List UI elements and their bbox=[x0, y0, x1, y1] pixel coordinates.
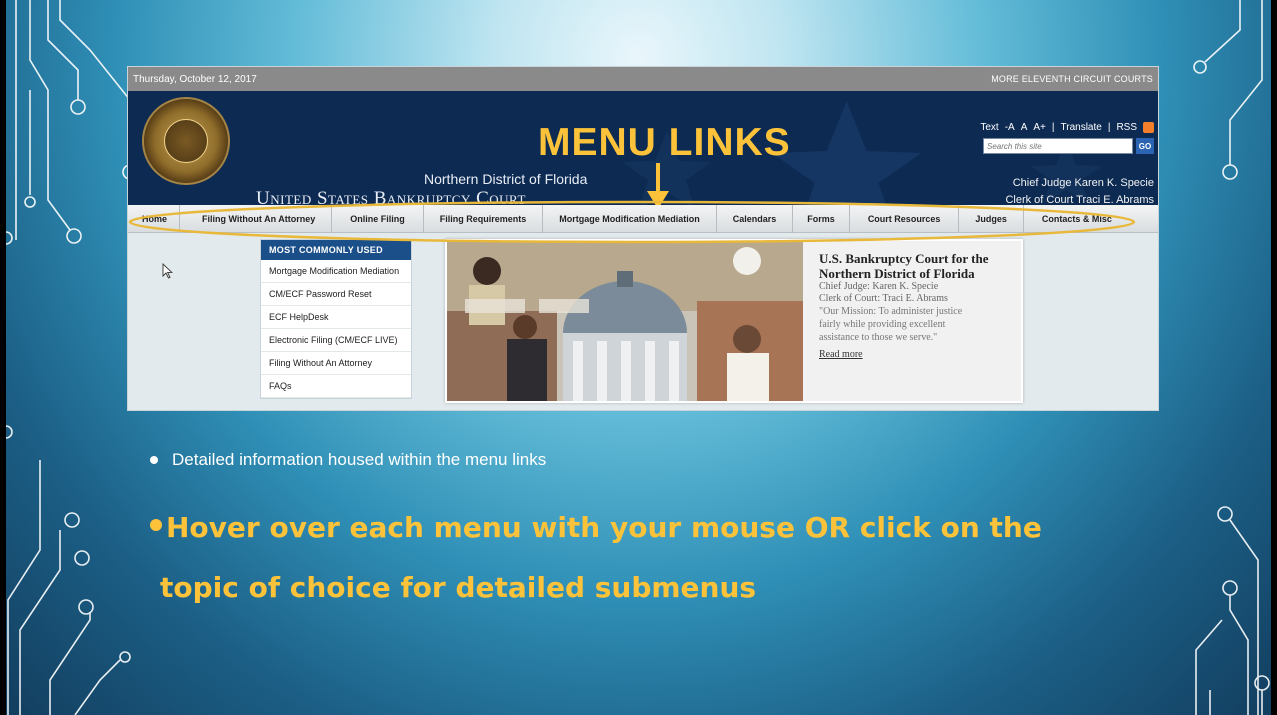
search-go-button[interactable]: GO bbox=[1136, 138, 1154, 154]
feature-text: U.S. Bankruptcy Court for the Northern D… bbox=[819, 251, 1019, 362]
site-content: MOST COMMONLY USED Mortgage Modification… bbox=[128, 233, 1158, 410]
district-name: Northern District of Florida bbox=[424, 171, 588, 187]
quick-link[interactable]: Filing Without An Attorney bbox=[261, 352, 411, 375]
bullet-2-line1: Hover over each menu with your mouse OR … bbox=[166, 511, 1042, 544]
mission-line: assistance to those we serve." bbox=[819, 332, 938, 343]
menu-links-heading: MENU LINKS bbox=[538, 121, 791, 164]
quick-link[interactable]: FAQs bbox=[261, 375, 411, 398]
most-commonly-used-panel: MOST COMMONLY USED Mortgage Modification… bbox=[260, 239, 412, 399]
quick-link[interactable]: Mortgage Modification Mediation bbox=[261, 260, 411, 283]
nav-online-filing[interactable]: Online Filing bbox=[332, 204, 424, 233]
chief-judge: Chief Judge Karen K. Specie bbox=[1012, 177, 1154, 189]
left-edge-bar bbox=[0, 0, 6, 715]
nav-contacts-misc[interactable]: Contacts & Misc bbox=[1024, 205, 1130, 233]
judge-info: Chief Judge Karen K. Specie Clerk of Cou… bbox=[1005, 175, 1154, 205]
rss-icon[interactable] bbox=[1143, 122, 1154, 133]
quick-link[interactable]: Electronic Filing (CM/ECF LIVE) bbox=[261, 329, 411, 352]
nav-filing-without-attorney[interactable]: Filing Without An Attorney bbox=[180, 204, 333, 233]
mission-line: fairly while providing excellent bbox=[819, 319, 946, 330]
arrow-down-icon bbox=[647, 163, 669, 205]
feature-clerk: Clerk of Court: Traci E. Abrams bbox=[819, 293, 948, 304]
text-smaller-button[interactable]: -A bbox=[1005, 122, 1015, 133]
text-size-label: Text bbox=[980, 122, 999, 133]
bullet-1-text: Detailed information housed within the m… bbox=[172, 450, 547, 469]
court-seal-logo[interactable] bbox=[142, 97, 230, 185]
mural-image[interactable] bbox=[447, 241, 803, 401]
nav-filing-requirements[interactable]: Filing Requirements bbox=[424, 204, 544, 233]
text-larger-button[interactable]: A+ bbox=[1033, 122, 1046, 133]
date-text: Thursday, October 12, 2017 bbox=[133, 73, 257, 85]
right-edge-bar bbox=[1271, 0, 1277, 715]
separator: | bbox=[1107, 122, 1111, 133]
bullet-dot-icon bbox=[150, 519, 162, 531]
most-commonly-used-header: MOST COMMONLY USED bbox=[261, 240, 411, 260]
main-nav: Home Filing Without An Attorney Online F… bbox=[128, 204, 1158, 233]
text-normal-button[interactable]: A bbox=[1021, 122, 1028, 133]
bullet-2-line2: topic of choice for detailed submenus bbox=[160, 571, 757, 604]
separator: | bbox=[1051, 122, 1055, 133]
mission-line: "Our Mission: To administer justice bbox=[819, 306, 963, 317]
bullet-2: Hover over each menu with your mouse OR … bbox=[150, 498, 1150, 618]
site-banner: Northern District of Florida United Stat… bbox=[128, 91, 1158, 205]
mouse-cursor-icon bbox=[162, 263, 173, 279]
top-bar: Thursday, October 12, 2017 MORE ELEVENTH… bbox=[128, 67, 1158, 91]
quick-link[interactable]: CM/ECF Password Reset bbox=[261, 283, 411, 306]
search-input[interactable] bbox=[983, 138, 1133, 154]
nav-calendars[interactable]: Calendars bbox=[717, 204, 794, 233]
court-name: United States Bankruptcy Court bbox=[256, 188, 526, 205]
site-search: GO bbox=[983, 138, 1154, 154]
feature-title-line2: Northern District of Florida bbox=[819, 266, 975, 281]
feature-judge: Chief Judge: Karen K. Specie bbox=[819, 281, 939, 292]
feature-title-line1: U.S. Bankruptcy Court for the bbox=[819, 251, 989, 266]
rss-link[interactable]: RSS bbox=[1116, 122, 1137, 133]
bullet-1: Detailed information housed within the m… bbox=[150, 450, 546, 470]
bullet-dot-icon bbox=[150, 456, 158, 464]
nav-judges[interactable]: Judges bbox=[959, 204, 1024, 233]
nav-mortgage-modification[interactable]: Mortgage Modification Mediation bbox=[543, 204, 717, 233]
site-tools: Text -A A A+ | Translate | RSS bbox=[980, 122, 1154, 133]
quick-link[interactable]: ECF HelpDesk bbox=[261, 306, 411, 329]
read-more-link[interactable]: Read more bbox=[819, 349, 863, 360]
more-courts-link[interactable]: MORE ELEVENTH CIRCUIT COURTS bbox=[991, 74, 1153, 84]
nav-court-resources[interactable]: Court Resources bbox=[850, 204, 960, 233]
website-screenshot: Thursday, October 12, 2017 MORE ELEVENTH… bbox=[127, 66, 1159, 411]
nav-forms[interactable]: Forms bbox=[793, 204, 850, 233]
clerk-of-court: Clerk of Court Traci E. Abrams bbox=[1005, 194, 1154, 205]
translate-link[interactable]: Translate bbox=[1061, 122, 1102, 133]
featured-banner: U.S. Bankruptcy Court for the Northern D… bbox=[445, 239, 1023, 403]
nav-home[interactable]: Home bbox=[128, 204, 181, 233]
